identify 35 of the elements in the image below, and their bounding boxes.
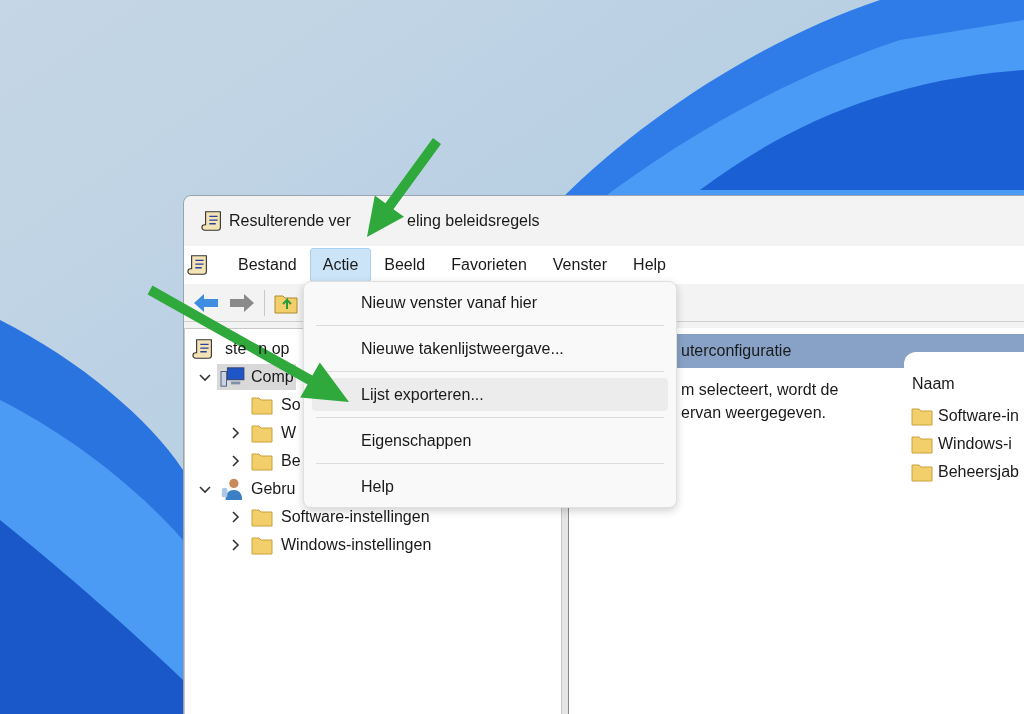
tree-label: W <box>281 423 297 443</box>
list-item[interactable]: Windows-i <box>938 432 1012 456</box>
dropdown-item[interactable]: Lijst exporteren... <box>312 378 668 411</box>
tree-label[interactable]: ste <box>225 337 247 361</box>
tree-item[interactable]: Software-instellingen <box>247 504 432 530</box>
tree-item[interactable]: Windows-instellingen <box>247 532 434 558</box>
dropdown-item[interactable]: Nieuwe takenlijstweergave... <box>312 332 668 365</box>
tree-item[interactable]: W <box>247 420 299 446</box>
menu-item[interactable]: Help <box>620 248 679 282</box>
tree-item[interactable]: Gebru <box>217 476 298 502</box>
tree-label: Be <box>281 451 301 471</box>
tree-label: Windows-instellingen <box>281 535 432 555</box>
list-item[interactable]: Software-in <box>938 404 1019 428</box>
tree-item[interactable]: So <box>247 392 303 418</box>
menu-item[interactable]: Beeld <box>371 248 439 282</box>
header-title: uterconfiguratie <box>681 341 792 361</box>
dropdown-item[interactable]: Eigenschappen <box>312 424 668 457</box>
menu-item[interactable]: Favorieten <box>438 248 540 282</box>
tree-item[interactable]: Be <box>247 448 303 474</box>
description-text: ervan weergegeven. <box>681 403 827 423</box>
dropdown-item[interactable]: Nieuw venster vanaf hier <box>312 286 668 319</box>
tree-label: Software-instellingen <box>281 507 430 527</box>
tree-label: So <box>281 395 301 415</box>
dropdown-item[interactable]: Help <box>312 470 668 503</box>
window-title: Resulterende ver <box>229 211 352 231</box>
window-title: eling beleidsregels <box>407 211 540 231</box>
tree-item[interactable]: Comp <box>217 364 296 390</box>
description-text: m selecteert, wordt de <box>681 380 840 400</box>
menu-item[interactable]: Bestand <box>225 248 310 282</box>
list-item[interactable]: Beheersjab <box>938 460 1019 484</box>
column-header: Naam <box>911 374 956 394</box>
menu-item[interactable]: Actie <box>309 248 372 282</box>
menu-item[interactable]: Venster <box>539 248 621 282</box>
tree-label: Gebru <box>251 479 296 499</box>
tree-label: Comp <box>251 367 294 387</box>
